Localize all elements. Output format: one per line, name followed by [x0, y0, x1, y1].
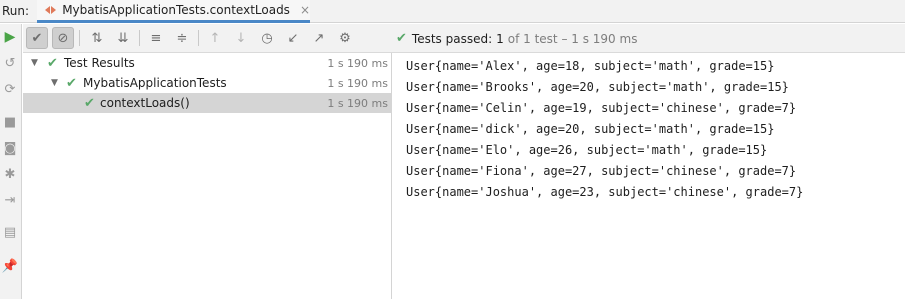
toolbar-separator	[198, 30, 199, 46]
console-line: User{name='dick', age=20, subject='math'…	[406, 122, 775, 136]
status-passed-label: Tests passed:	[411, 31, 493, 46]
collapse-all-icon[interactable]: ≑	[171, 27, 193, 49]
history-icon[interactable]: ◷	[256, 27, 278, 49]
pin-icon[interactable]: 📌	[2, 258, 18, 274]
console-line: User{name='Joshua', age=23, subject='chi…	[406, 185, 804, 199]
close-icon[interactable]: ×	[300, 3, 310, 17]
status-count: 1	[496, 31, 504, 46]
previous-failed-icon[interactable]: ↑	[204, 27, 226, 49]
tree-row-label: Test Results	[64, 56, 135, 70]
test-results-tree: ▼ ✔ Test Results 1 s 190 ms ▼ ✔ MybatisA…	[23, 53, 392, 299]
console-line: User{name='Brooks', age=20, subject='mat…	[406, 80, 789, 94]
junit-test-icon	[45, 4, 56, 16]
check-icon: ✔	[84, 95, 95, 111]
tree-row-time: 1 s 190 ms	[327, 96, 388, 110]
camera-icon[interactable]: ◙	[2, 140, 18, 156]
toolbar-separator	[139, 30, 140, 46]
export-tests-icon[interactable]: ↗	[308, 27, 330, 49]
show-ignored-icon[interactable]: ⊘	[52, 27, 74, 49]
sort-by-duration-icon[interactable]: ⇊	[112, 27, 134, 49]
expand-all-icon[interactable]: ≡	[145, 27, 167, 49]
tree-row-test-class[interactable]: ▼ ✔ MybatisApplicationTests 1 s 190 ms	[23, 73, 392, 93]
check-icon: ✔	[66, 75, 77, 91]
import-tests-icon[interactable]: ↙	[282, 27, 304, 49]
tree-row-label: MybatisApplicationTests	[83, 76, 227, 90]
expand-arrow-icon[interactable]: ▼	[31, 58, 38, 68]
run-label: Run:	[2, 4, 30, 18]
rerun-failed-icon[interactable]: ↺	[2, 55, 18, 71]
test-status: ✔ Tests passed: 1 of 1 test – 1 s 190 ms	[396, 31, 637, 46]
stop-icon[interactable]: ■	[2, 114, 18, 130]
run-toolwindow-header: Run: MybatisApplicationTests.contextLoad…	[0, 0, 905, 23]
tree-row-time: 1 s 190 ms	[327, 56, 388, 70]
console-line: User{name='Celin', age=19, subject='chin…	[406, 101, 797, 115]
check-icon: ✔	[396, 31, 407, 46]
left-action-bar: ▶ ↺ ⟳ ■ ◙ ✱ ⇥ ▤ 📌	[0, 24, 22, 299]
run-tab-title: MybatisApplicationTests.contextLoads	[62, 3, 290, 17]
show-passed-icon[interactable]: ✔	[26, 27, 48, 49]
debug-icon[interactable]: ✱	[2, 166, 18, 182]
test-toolbar: ✔ ⊘ ⇅ ⇊ ≡ ≑ ↑ ↓ ◷ ↙ ↗ ⚙ ✔ Tests passed: …	[23, 24, 905, 53]
sort-alphabetically-icon[interactable]: ⇅	[86, 27, 108, 49]
check-icon: ✔	[47, 55, 58, 71]
toolbar-separator	[79, 30, 80, 46]
tree-row-label: contextLoads()	[100, 96, 190, 110]
console-line: User{name='Fiona', age=27, subject='chin…	[406, 164, 797, 178]
tree-row-test-method[interactable]: ✔ contextLoads() 1 s 190 ms	[23, 93, 392, 113]
layout-icon[interactable]: ▤	[2, 224, 18, 240]
status-detail: of 1 test – 1 s 190 ms	[507, 31, 638, 46]
run-tab[interactable]: MybatisApplicationTests.contextLoads ×	[37, 0, 310, 23]
console-line: User{name='Alex', age=18, subject='math'…	[406, 59, 775, 73]
exit-icon[interactable]: ⇥	[2, 192, 18, 208]
toggle-auto-test-icon[interactable]: ⟳	[2, 81, 18, 97]
play-icon[interactable]: ▶	[2, 29, 18, 45]
console-output[interactable]: User{name='Alex', age=18, subject='math'…	[393, 53, 905, 299]
gear-icon[interactable]: ⚙	[334, 27, 356, 49]
tree-row-test-results[interactable]: ▼ ✔ Test Results 1 s 190 ms	[23, 53, 392, 73]
console-line: User{name='Elo', age=26, subject='math',…	[406, 143, 768, 157]
next-failed-icon[interactable]: ↓	[230, 27, 252, 49]
tree-row-time: 1 s 190 ms	[327, 76, 388, 90]
expand-arrow-icon[interactable]: ▼	[51, 78, 58, 88]
